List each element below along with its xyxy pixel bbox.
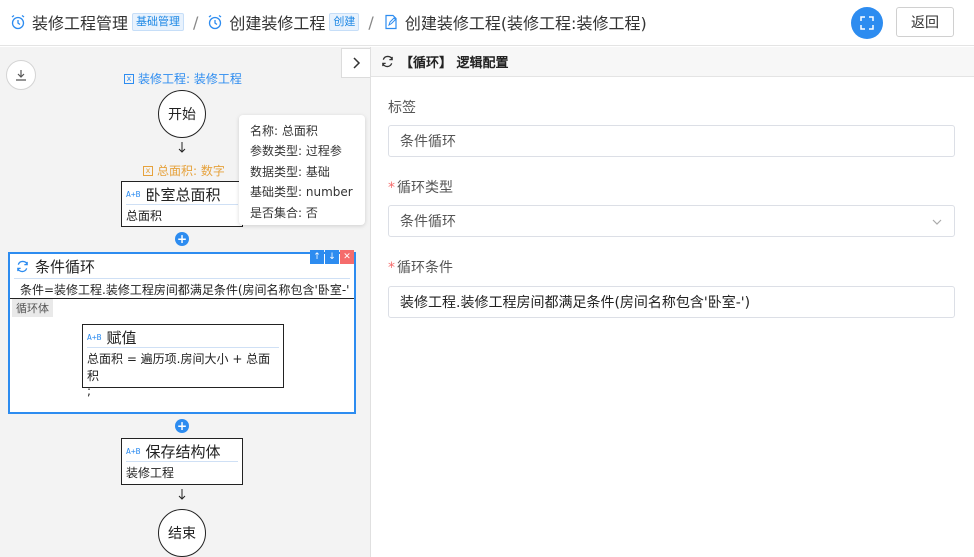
tooltip-row: 基础类型: number: [250, 185, 353, 200]
start-node[interactable]: 开始: [158, 90, 206, 138]
top-header: 装修工程管理 基础管理 / 创建装修工程 创建 / 创建装修工程(装修工程:装修…: [0, 0, 974, 46]
assign-node-sum[interactable]: A+B 赋值 总面积 = 遍历项.房间大小 + 总面积 ;: [82, 324, 284, 398]
add-node-button[interactable]: +: [175, 419, 189, 433]
formula-icon: A+B: [126, 447, 141, 456]
breadcrumb-separator: /: [368, 12, 374, 32]
chevron-right-icon: [353, 57, 361, 69]
move-up-icon[interactable]: ↑: [310, 250, 324, 264]
breadcrumb-label: 创建装修工程(装修工程:装修工程): [404, 14, 647, 33]
variable-param-label: 总面积: 数字: [157, 164, 225, 178]
alarm-clock-icon: [11, 14, 25, 30]
loop-type-label: * 循环类型: [388, 180, 453, 196]
loop-icon: [382, 55, 393, 68]
fullscreen-button[interactable]: [851, 7, 883, 39]
tooltip-row: 参数类型: 过程参: [250, 144, 342, 159]
loop-type-select[interactable]: 条件循环: [388, 205, 955, 237]
panel-title: 【循环】 逻辑配置: [400, 56, 509, 71]
fullscreen-icon: [860, 16, 874, 30]
loop-type-value: 条件循环: [400, 214, 456, 230]
breadcrumb-label: 创建装修工程: [229, 14, 326, 33]
edit-document-icon: [385, 14, 397, 30]
breadcrumb-item-current: 创建装修工程(装修工程:装修工程): [383, 10, 647, 34]
end-node[interactable]: 结束: [158, 509, 206, 557]
breadcrumb-tag: 基础管理: [132, 13, 185, 31]
tooltip-row: 数据类型: 基础: [250, 164, 330, 179]
loop-title: 条件循环: [35, 257, 96, 276]
panel-header: 【循环】 逻辑配置: [371, 47, 974, 77]
breadcrumb-separator: /: [193, 12, 199, 32]
breadcrumb-tag: 创建: [329, 13, 360, 31]
variable-icon: x: [143, 165, 153, 176]
node-subtitle: 总面积 = 遍历项.房间大小 + 总面积: [87, 352, 271, 383]
root-param-label: 装修工程: 装修工程: [138, 72, 242, 86]
loop-condition-label: * 循环条件: [388, 260, 453, 276]
node-title: 赋值: [106, 329, 137, 347]
breadcrumb-item-management[interactable]: 装修工程管理 基础管理: [10, 10, 185, 34]
node-title: 卧室总面积: [145, 186, 221, 204]
loop-body-label: 循环体: [12, 299, 53, 317]
add-node-button[interactable]: +: [175, 232, 189, 246]
loop-condition: 条件=装修工程.装修工程房间都满足条件(房间名称包含'卧室-'): [14, 278, 350, 300]
download-icon: [16, 70, 26, 81]
variable-tooltip: 名称: 总面积 参数类型: 过程参 数据类型: 基础 基础类型: number …: [239, 115, 365, 225]
breadcrumb: 装修工程管理 基础管理 / 创建装修工程 创建 / 创建装修工程(装修工程:装修…: [10, 0, 647, 44]
loop-node[interactable]: ↑ ↓ ✕ 条件循环 条件=装修工程.装修工程房间都满足条件(房间名称包含'卧室…: [8, 250, 356, 414]
variable-icon: x: [124, 73, 134, 84]
formula-icon: A+B: [87, 333, 102, 342]
delete-icon[interactable]: ✕: [340, 250, 354, 264]
move-down-icon[interactable]: ↓: [325, 250, 339, 264]
breadcrumb-label: 装修工程管理: [32, 14, 129, 33]
loop-actions: ↑ ↓ ✕: [309, 250, 354, 264]
root-param-tag[interactable]: x 装修工程: 装修工程: [124, 70, 242, 87]
config-panel: 【循环】 逻辑配置 标签 条件循环 * 循环类型 条件循环 * 循环条件 装修工程.…: [370, 47, 974, 557]
back-button[interactable]: 返回: [896, 7, 954, 37]
label-input[interactable]: 条件循环: [388, 125, 955, 157]
node-subtitle: 装修工程: [126, 466, 175, 480]
arrow-down-icon: [178, 489, 186, 500]
loop-condition-input[interactable]: 装修工程.装修工程房间都满足条件(房间名称包含'卧室-'): [388, 286, 955, 318]
node-title: 保存结构体: [145, 443, 221, 461]
variable-param-tag[interactable]: x 总面积: 数字: [143, 162, 225, 179]
breadcrumb-item-create[interactable]: 创建装修工程 创建: [207, 10, 360, 34]
tooltip-row: 名称: 总面积: [250, 124, 318, 138]
collapse-panel-button[interactable]: [341, 48, 370, 78]
loop-icon: [17, 260, 28, 272]
download-button[interactable]: [6, 60, 36, 90]
formula-icon: A+B: [126, 190, 141, 199]
tooltip-row: 是否集合: 否: [250, 205, 318, 220]
chevron-down-icon: [932, 219, 942, 225]
alarm-clock-icon: [209, 14, 222, 30]
node-subtitle: 总面积: [126, 209, 163, 223]
flow-canvas[interactable]: x 装修工程: 装修工程 开始 x 总面积: 数字 A+B 卧室总面积 总面积 …: [0, 47, 370, 557]
arrow-down-icon: [178, 142, 186, 153]
assign-node-bedroom-area[interactable]: A+B 卧室总面积 总面积: [121, 181, 243, 227]
save-struct-node[interactable]: A+B 保存结构体 装修工程: [121, 438, 243, 485]
label-field-label: 标签: [388, 100, 416, 116]
node-subtitle-terminator: ;: [87, 384, 92, 398]
